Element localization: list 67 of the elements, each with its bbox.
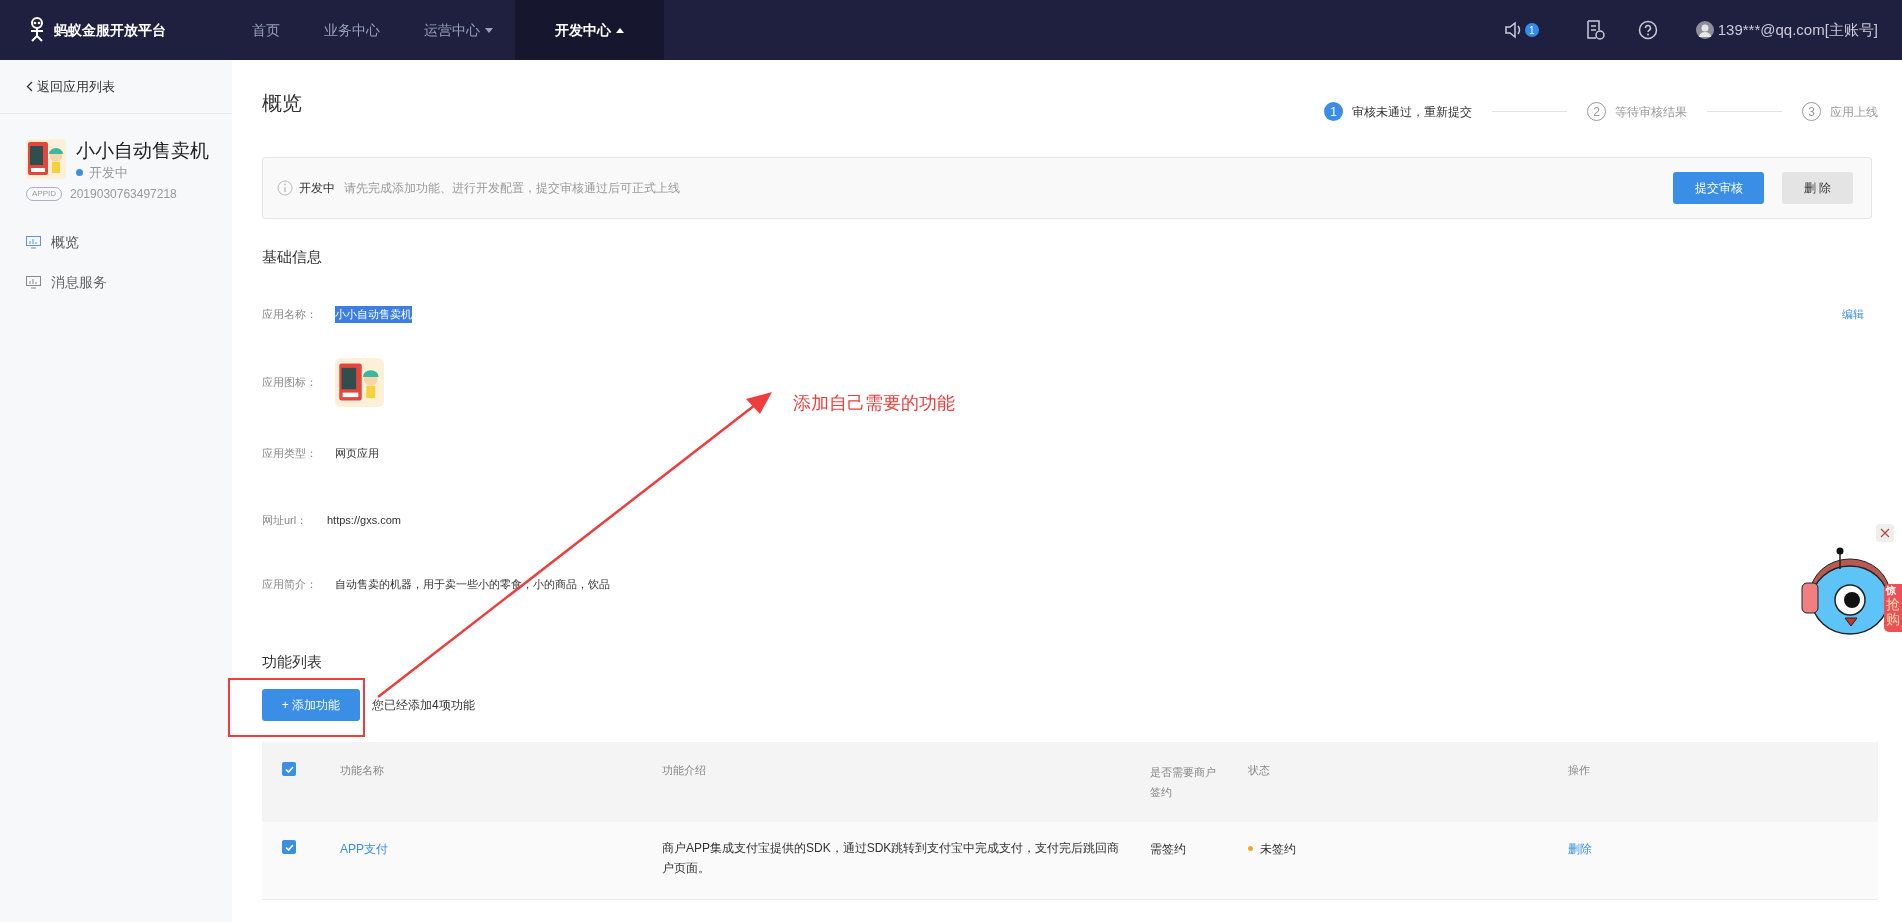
- column-header: 状态: [1248, 764, 1270, 776]
- table-cell-text: 未签约: [1260, 841, 1296, 858]
- app-status: 开发中: [89, 164, 128, 182]
- checkbox[interactable]: [282, 840, 296, 854]
- info-icon: [277, 180, 293, 196]
- checkbox[interactable]: [282, 762, 296, 776]
- platform-logo-text[interactable]: 蚂蚁金服开放平台: [54, 19, 166, 41]
- app-name: 小小自动售卖机: [76, 139, 209, 163]
- alert-message: 请先完成添加功能、进行开发配置，提交审核通过后可正式上线: [344, 180, 680, 197]
- app-icon: [335, 358, 384, 407]
- page-title: 概览: [262, 91, 302, 116]
- sidebar-app-icon: [26, 139, 66, 179]
- nav-tab[interactable]: 开发中心: [515, 0, 664, 60]
- caret-up-icon: [616, 27, 624, 33]
- field-label: 应用名称：: [262, 307, 318, 323]
- promo-badge[interactable]: 惊 抢购: [1884, 584, 1902, 632]
- submit-review-button[interactable]: 提交审核: [1673, 172, 1764, 204]
- column-header: 是否需要商户签约: [1150, 765, 1216, 800]
- checkmark-icon: [284, 843, 294, 851]
- promo-badge-top: 惊: [1886, 584, 1896, 597]
- section-title: 功能列表: [262, 651, 323, 672]
- step-label: 审核未通过，重新提交: [1352, 103, 1472, 121]
- column-header: 功能介绍: [662, 764, 706, 776]
- nav-tab[interactable]: 运营中心: [402, 0, 515, 60]
- appid-value: 2019030763497218: [70, 185, 177, 203]
- step-label: 等待审核结果: [1615, 103, 1687, 121]
- field-label: 网址url：: [262, 513, 309, 529]
- feature-count: 您已经添加4项功能: [372, 697, 475, 714]
- close-button[interactable]: [1876, 524, 1894, 542]
- notification-badge: 1: [1524, 23, 1539, 37]
- edit-link[interactable]: 编辑: [1842, 306, 1864, 323]
- column-header: 操作: [1568, 764, 1590, 776]
- avatar-icon[interactable]: [1695, 21, 1714, 39]
- monitor-chart-icon: [26, 236, 41, 249]
- sidebar-menu-item[interactable]: 消息服务: [0, 262, 232, 303]
- step-label: 应用上线: [1830, 103, 1878, 121]
- step-number: 1: [1324, 102, 1343, 121]
- field-value: 网页应用: [335, 446, 379, 462]
- annotation-text: 添加自己需要的功能: [793, 392, 955, 415]
- delete-button[interactable]: 删 除: [1782, 172, 1853, 204]
- close-icon: [1880, 528, 1890, 538]
- ant-logo-icon: [28, 17, 46, 43]
- field-value: 小小自动售卖机: [335, 306, 412, 323]
- nav-tab[interactable]: 首页: [230, 0, 302, 60]
- nav-tab[interactable]: 业务中心: [302, 0, 402, 60]
- field-value: https://gxs.com: [327, 513, 401, 529]
- alert-status: 开发中: [299, 180, 335, 197]
- table-cell: 商户APP集成支付宝提供的SDK，通过SDK跳转到支付宝中完成支付，支付完后跳回商户页面。: [662, 841, 1120, 875]
- delete-link[interactable]: 删除: [1568, 842, 1592, 856]
- column-header: 功能名称: [340, 764, 384, 776]
- feature-name-link[interactable]: APP支付: [340, 842, 388, 856]
- caret-down-icon: [485, 27, 493, 33]
- monitor-chart-icon: [26, 276, 41, 289]
- back-link[interactable]: 返回应用列表: [26, 76, 115, 97]
- table-cell: 需签约: [1150, 842, 1186, 856]
- field-label: 应用类型：: [262, 446, 318, 462]
- chevron-left-icon: [26, 81, 33, 92]
- user-account-link[interactable]: 139***@qq.com[主账号]: [1717, 18, 1878, 42]
- sidebar-menu-item[interactable]: 概览: [0, 222, 232, 263]
- help-icon[interactable]: [1637, 20, 1658, 40]
- document-clock-icon[interactable]: [1584, 20, 1605, 40]
- section-title: 基础信息: [262, 247, 323, 267]
- field-label: 应用简介：: [262, 577, 318, 593]
- field-label: 应用图标：: [262, 375, 318, 391]
- promo-badge-text: 抢购: [1886, 597, 1900, 627]
- checkmark-icon: [284, 765, 294, 773]
- add-feature-button[interactable]: + 添加功能: [262, 689, 360, 721]
